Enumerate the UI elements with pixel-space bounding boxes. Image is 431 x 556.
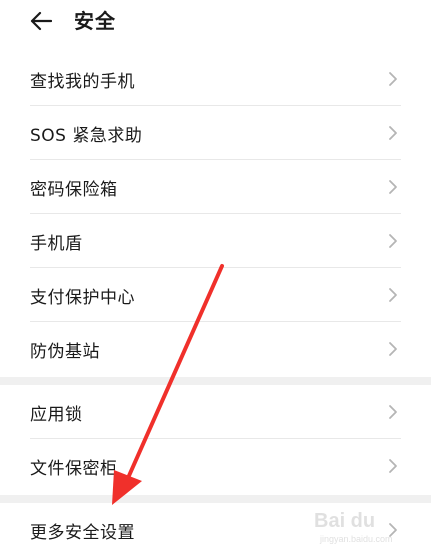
chevron-right-icon	[389, 405, 397, 419]
section-separator	[0, 495, 431, 503]
chevron-right-icon	[389, 126, 397, 140]
chevron-right-icon	[389, 459, 397, 473]
menu-item-label: 防伪基站	[30, 341, 100, 362]
menu-item-label: 支付保护中心	[30, 287, 135, 308]
header: 安全	[0, 0, 431, 50]
menu-item-fake-base-station[interactable]: 防伪基站	[0, 322, 431, 376]
menu-item-label: 密码保险箱	[30, 179, 118, 200]
page-title: 安全	[74, 9, 116, 33]
menu-item-phone-shield[interactable]: 手机盾	[0, 214, 431, 268]
chevron-right-icon	[389, 342, 397, 356]
chevron-right-icon	[389, 523, 397, 537]
settings-group-3: 更多安全设置	[0, 503, 431, 556]
menu-item-find-my-phone[interactable]: 查找我的手机	[0, 52, 431, 106]
menu-item-sos[interactable]: SOS 紧急求助	[0, 106, 431, 160]
menu-item-label: 文件保密柜	[30, 458, 118, 479]
menu-item-file-safe[interactable]: 文件保密柜	[0, 439, 431, 493]
arrow-left-icon	[30, 11, 52, 31]
security-settings-page: 安全 查找我的手机 SOS 紧急求助 密码保险箱 手机盾 支付保护中心 防伪基站…	[0, 0, 431, 556]
menu-item-label: 更多安全设置	[30, 522, 135, 543]
chevron-right-icon	[389, 180, 397, 194]
chevron-right-icon	[389, 72, 397, 86]
menu-item-password-vault[interactable]: 密码保险箱	[0, 160, 431, 214]
menu-item-more-security-settings[interactable]: 更多安全设置	[0, 503, 431, 556]
menu-item-payment-protection[interactable]: 支付保护中心	[0, 268, 431, 322]
menu-item-label: 应用锁	[30, 404, 83, 425]
menu-item-app-lock[interactable]: 应用锁	[0, 385, 431, 439]
chevron-right-icon	[389, 288, 397, 302]
section-separator	[0, 377, 431, 385]
chevron-right-icon	[389, 234, 397, 248]
menu-item-label: 手机盾	[30, 233, 83, 254]
menu-item-label: SOS 紧急求助	[30, 125, 143, 146]
settings-group-2: 应用锁 文件保密柜	[0, 385, 431, 493]
settings-group-1: 查找我的手机 SOS 紧急求助 密码保险箱 手机盾 支付保护中心 防伪基站	[0, 52, 431, 376]
menu-item-label: 查找我的手机	[30, 71, 135, 92]
back-button[interactable]	[26, 6, 56, 36]
